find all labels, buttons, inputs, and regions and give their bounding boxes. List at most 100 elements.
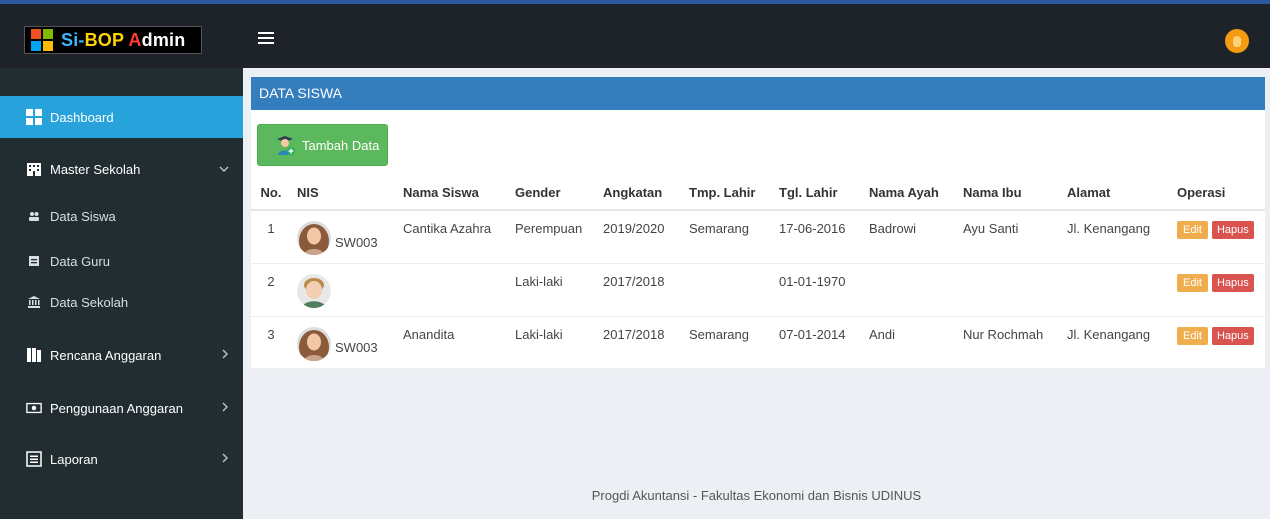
chevron-down-icon [219,162,229,176]
cell-gender: Perempuan [509,210,597,264]
sidebar-item-master-sekolah[interactable]: Master Sekolah [0,148,243,190]
teacher-add-icon [274,134,296,156]
edit-button[interactable]: Edit [1177,221,1208,239]
cell-tmp-lahir [683,263,773,317]
sidebar-item-dashboard[interactable]: Dashboard [0,96,243,138]
sidebar-toggle-icon[interactable] [258,32,274,44]
delete-button[interactable]: Hapus [1211,326,1254,345]
cell-tmp-lahir: Semarang [683,316,773,370]
col-header-tgl-lahir: Tgl. Lahir [773,176,863,211]
sidebar-item-label: Data Siswa [50,208,116,224]
cell-tgl-lahir: 17-06-2016 [773,210,863,264]
col-header-nama: Nama Siswa [397,176,509,211]
col-header-nis: NIS [291,176,397,211]
cell-nama: Cantika Azahra [397,210,509,264]
cell-operasi: Edit Hapus [1171,316,1265,370]
building-icon [26,161,42,177]
sidebar-item-data-sekolah[interactable]: Data Sekolah [0,284,243,320]
cell-gender: Laki-laki [509,263,597,317]
sidebar-item-laporan[interactable]: Laporan [0,437,243,481]
sidebar-item-label: Dashboard [50,109,114,125]
cell-nis: SW003 [291,210,397,264]
cell-nama-ayah: Badrowi [863,210,957,264]
col-header-nama-ayah: Nama Ayah [863,176,957,211]
users-icon [28,210,40,222]
delete-button[interactable]: Hapus [1211,221,1254,239]
cell-no: 2 [251,263,291,317]
col-header-alamat: Alamat [1061,176,1171,211]
cell-angkatan: 2017/2018 [597,263,683,317]
top-navbar: Si-BOP Admin [0,0,1270,68]
cell-nama [397,263,509,317]
bank-icon [28,296,40,308]
id-card-icon [28,255,40,267]
user-avatar-icon[interactable] [1225,29,1249,53]
cell-angkatan: 2017/2018 [597,316,683,370]
siswa-table: No. NIS Nama Siswa Gender Angkatan Tmp. … [251,176,1265,370]
edit-button[interactable]: Edit [1177,273,1208,292]
cell-tgl-lahir: 01-01-1970 [773,263,863,317]
chevron-right-icon [221,348,229,362]
cell-no: 1 [251,210,291,264]
sidebar-item-rencana-anggaran[interactable]: Rencana Anggaran [0,333,243,377]
col-header-angkatan: Angkatan [597,176,683,211]
sidebar-item-label: Laporan [50,451,98,467]
cell-gender: Laki-laki [509,316,597,370]
cell-nama-ibu: Ayu Santi [957,210,1061,264]
windows-logo-icon [31,29,53,51]
list-icon [26,451,42,467]
sidebar-item-label: Penggunaan Anggaran [50,400,184,416]
col-header-tmp-lahir: Tmp. Lahir [683,176,773,211]
sidebar-item-penggunaan-anggaran[interactable]: Penggunaan Anggaran [0,386,243,430]
cell-operasi: Edit Hapus [1171,210,1265,264]
sidebar-item-data-siswa[interactable]: Data Siswa [0,198,243,234]
chevron-right-icon [221,452,229,466]
data-siswa-panel: DATA SISWA Tambah Data No. NIS Nama Sisw… [251,77,1265,370]
cell-nis [291,263,397,317]
cell-operasi: Edit Hapus [1171,263,1265,317]
cell-alamat: Jl. Kenangang [1061,210,1171,264]
table-row: 2 Laki-laki 2017/2018 01-01-1970 Edit Ha… [251,263,1265,317]
cell-nama-ibu: Nur Rochmah [957,316,1061,370]
edit-button[interactable]: Edit [1177,326,1208,345]
cell-tmp-lahir: Semarang [683,210,773,264]
student-photo [297,273,331,308]
cell-nama-ayah [863,263,957,317]
brand-text: Si-BOP Admin [61,29,186,50]
chevron-right-icon [221,401,229,415]
money-icon [26,400,42,416]
sidebar-item-label: Rencana Anggaran [50,347,162,363]
table-row: 3 SW003 Anandita Laki-laki 2017/2018 Sem… [251,316,1265,370]
cell-no: 3 [251,316,291,370]
cell-alamat [1061,263,1171,317]
col-header-no: No. [251,176,291,211]
dashboard-icon [26,109,42,125]
tambah-data-label: Tambah Data [302,137,380,153]
sidebar-item-label: Data Sekolah [50,294,129,310]
sidebar-item-label: Data Guru [50,253,110,269]
brand-logo[interactable]: Si-BOP Admin [24,26,202,54]
table-row: 1 SW003 Cantika Azahra Perempuan 2019/20… [251,210,1265,264]
delete-button[interactable]: Hapus [1211,273,1254,292]
cell-tgl-lahir: 07-01-2014 [773,316,863,370]
cell-alamat: Jl. Kenangang [1061,316,1171,370]
table-header-row: No. NIS Nama Siswa Gender Angkatan Tmp. … [251,176,1265,211]
col-header-nama-ibu: Nama Ibu [957,176,1061,211]
logo-area: Si-BOP Admin [0,4,243,68]
cell-nis: SW003 [291,316,397,370]
sidebar-item-data-guru[interactable]: Data Guru [0,243,243,279]
cell-nama: Anandita [397,316,509,370]
panel-title: DATA SISWA [251,77,1265,110]
cell-nama-ayah: Andi [863,316,957,370]
sidebar: Dashboard Master Sekolah Data Siswa Data… [0,68,243,519]
cell-nama-ibu [957,263,1061,317]
book-icon [26,347,42,363]
col-header-gender: Gender [509,176,597,211]
col-header-operasi: Operasi [1171,176,1265,211]
footer-text: Progdi Akuntansi - Fakultas Ekonomi dan … [591,488,922,503]
student-photo [297,221,331,255]
cell-angkatan: 2019/2020 [597,210,683,264]
tambah-data-button[interactable]: Tambah Data [257,124,388,166]
student-photo [297,326,331,361]
sidebar-item-label: Master Sekolah [50,161,141,177]
